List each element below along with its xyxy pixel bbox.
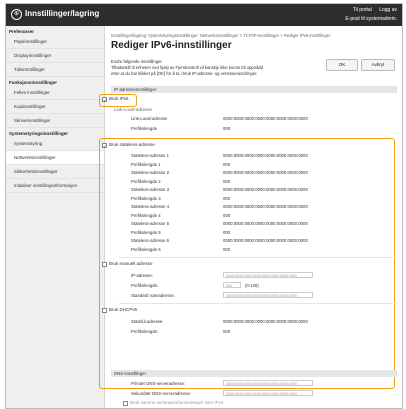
- dns-primary-label: Primær DNS-serveradresse:: [131, 381, 186, 386]
- manual-router-label: Standard ruteradresse:: [131, 293, 175, 298]
- dns-settings-heading: DNS-innstillinger: [111, 370, 397, 377]
- sidebar-heading-preferences: Preferanser: [9, 29, 35, 34]
- manual-prefix-input[interactable]: 064: [223, 282, 241, 288]
- ok-button[interactable]: OK: [326, 59, 358, 71]
- manual-prefix-row: Prefikslengde: 064 (0-128): [131, 281, 397, 290]
- sidebar-item-initialize[interactable]: Initialiser innstillingsinformasjon: [6, 179, 104, 193]
- sidebar-heading-system: Systemstyringsinnstillinger: [9, 131, 69, 136]
- top-bar: ⊕ Innstillinger/lagring Til portal Logg …: [6, 4, 402, 26]
- ip-settings-heading: IP-adresseinnstillinger: [111, 86, 397, 93]
- stateless-checkbox[interactable]: ✓: [102, 143, 107, 149]
- stateless-row-label: Prefikslengde 6: [131, 246, 161, 252]
- email-admin-link[interactable]: E-post til systemadmin.: [345, 16, 397, 22]
- sidebar-heading-function: Funksjonsinnstillinger: [9, 80, 58, 85]
- page-description: Endre følgende innstillinger. Tilbakesti…: [111, 59, 301, 77]
- cancel-button[interactable]: Avbryt: [361, 59, 395, 71]
- dhcp-prefix-row: Prefikslengde: 000: [131, 327, 397, 336]
- breadcrumb: Innstillinger/lagring: Systemstyringsinn…: [111, 33, 331, 38]
- divider: [119, 303, 397, 304]
- sidebar-item-system-management[interactable]: Systemstyring: [6, 137, 104, 151]
- link-local-prefix-value: 000: [223, 126, 231, 131]
- dhcp-prefix-label: Prefikslengde:: [131, 329, 159, 334]
- browser-frame: ⊕ Innstillinger/lagring Til portal Logg …: [5, 3, 403, 409]
- dhcp-checkbox[interactable]: [102, 308, 107, 313]
- dns-secondary-input[interactable]: 0000:0000:0000:0000:0000:0000:0000:0000: [223, 390, 313, 396]
- dhcp-stateful-label: Stateful-adresse:: [131, 319, 164, 324]
- link-local-prefix-label: Prefikslengde: [131, 126, 158, 131]
- sidebar-item-printer[interactable]: Skriverinnstillinger: [6, 114, 104, 128]
- app-title: Innstillinger/lagring: [25, 9, 100, 18]
- sidebar-item-time[interactable]: Tidsinnstillinger: [6, 63, 104, 77]
- dhcp-stateful-row: Stateful-adresse: 0000:0000:0000:0000:00…: [131, 317, 397, 326]
- top-links: Til portal Logg av E-post til systemadmi…: [345, 7, 397, 22]
- link-local-value: 0000:0000:0000:0000:0000:0000:0000:0000: [223, 116, 308, 121]
- dhcp-prefix-value: 000: [223, 329, 231, 334]
- sidebar-item-common[interactable]: Felles innstillinger: [6, 86, 104, 100]
- portal-link[interactable]: Til portal: [353, 7, 372, 13]
- dns-auto-checkbox[interactable]: [123, 401, 128, 406]
- manual-ip-input[interactable]: 0000:0000:0000:0000:0000:0000:0000:0000: [223, 272, 313, 278]
- manual-prefix-range: (0-128): [245, 283, 259, 288]
- stateless-row: Prefikslengde 6 000: [131, 245, 397, 254]
- manual-label: Bruk manuell adresse: [109, 261, 153, 266]
- sidebar: Preferanser Papirinnstillinger Displayin…: [6, 26, 105, 408]
- manual-ip-label: IP-adresse:: [131, 273, 153, 278]
- dns-secondary-label: Sekundær DNS-serveradresse:: [131, 391, 191, 396]
- sidebar-item-security[interactable]: Sikkerhetsinnstillinger: [6, 165, 104, 179]
- link-local-label: Link-Local-adresse: [131, 116, 168, 121]
- manual-checkbox[interactable]: [102, 262, 107, 267]
- stateless-row-value: 000: [223, 246, 231, 252]
- dhcp-label: Bruk DHCPv6: [109, 307, 138, 312]
- logout-link[interactable]: Logg av: [379, 7, 397, 13]
- description-line-3: etter at du har klikket på [OK] for å ta…: [111, 71, 258, 76]
- divider: [119, 257, 397, 258]
- use-ipv6-checkbox[interactable]: ✓: [102, 97, 107, 103]
- dns-primary-input[interactable]: 0000:0000:0000:0000:0000:0000:0000:0000: [223, 380, 313, 386]
- manual-ip-row: IP-adresse: 0000:0000:0000:0000:0000:000…: [131, 271, 397, 280]
- use-ipv6-label: Bruk IPv6: [109, 96, 129, 101]
- sidebar-item-display[interactable]: Displayinnstillinger: [6, 49, 104, 63]
- link-local-row: Link-Local-adresse 0000:0000:0000:0000:0…: [131, 114, 397, 123]
- sidebar-item-network[interactable]: Nettverksinnstillinger: [6, 151, 104, 165]
- dns-auto-label: Bruk samme vertsnavn/domenenavn som IPv4: [130, 400, 224, 405]
- manual-prefix-label: Prefikslengde:: [131, 283, 159, 288]
- dns-primary-row: Primær DNS-serveradresse: 0000:0000:0000…: [131, 379, 397, 388]
- manual-router-input[interactable]: 0000:0000:0000:0000:0000:0000:0000:0000: [223, 292, 313, 298]
- main-content: Innstillinger/lagring: Systemstyringsinn…: [99, 26, 397, 408]
- stateless-label: Bruk stateless-adresse: [109, 142, 155, 147]
- sidebar-item-copy[interactable]: Kopiinnstillinger: [6, 100, 104, 114]
- link-local-prefix-row: Prefikslengde 000: [131, 124, 397, 133]
- link-local-heading: Link-Local-adresse: [114, 107, 153, 112]
- sidebar-item-paper[interactable]: Papirinnstillinger: [6, 35, 104, 49]
- app-logo-icon: ⊕: [11, 9, 22, 20]
- dns-secondary-row: Sekundær DNS-serveradresse: 0000:0000:00…: [131, 389, 397, 398]
- page-title: Rediger IPv6-innstillinger: [111, 40, 232, 51]
- dhcp-stateful-value: 0000:0000:0000:0000:0000:0000:0000:0000: [223, 319, 308, 324]
- manual-router-row: Standard ruteradresse: 0000:0000:0000:00…: [131, 291, 397, 300]
